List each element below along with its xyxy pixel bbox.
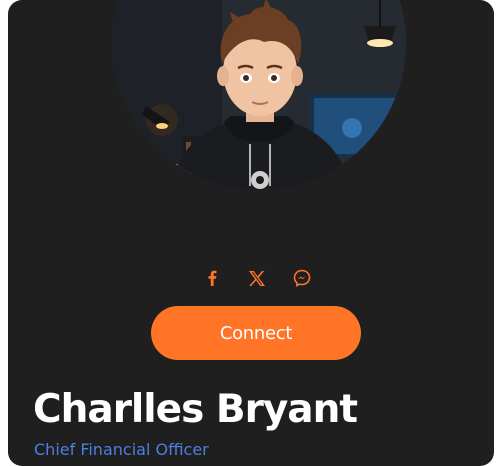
avatar xyxy=(112,0,406,190)
profile-role: Chief Financial Officer xyxy=(34,440,209,459)
facebook-icon[interactable] xyxy=(198,264,226,292)
messenger-icon[interactable] xyxy=(288,264,316,292)
avatar-illustration xyxy=(112,0,406,190)
x-icon[interactable] xyxy=(243,264,271,292)
connect-button[interactable]: Connect xyxy=(151,306,361,360)
social-links xyxy=(8,264,494,292)
profile-card: Connect Charlles Bryant Chief Financial … xyxy=(8,0,494,466)
profile-name: Charlles Bryant xyxy=(33,387,358,432)
